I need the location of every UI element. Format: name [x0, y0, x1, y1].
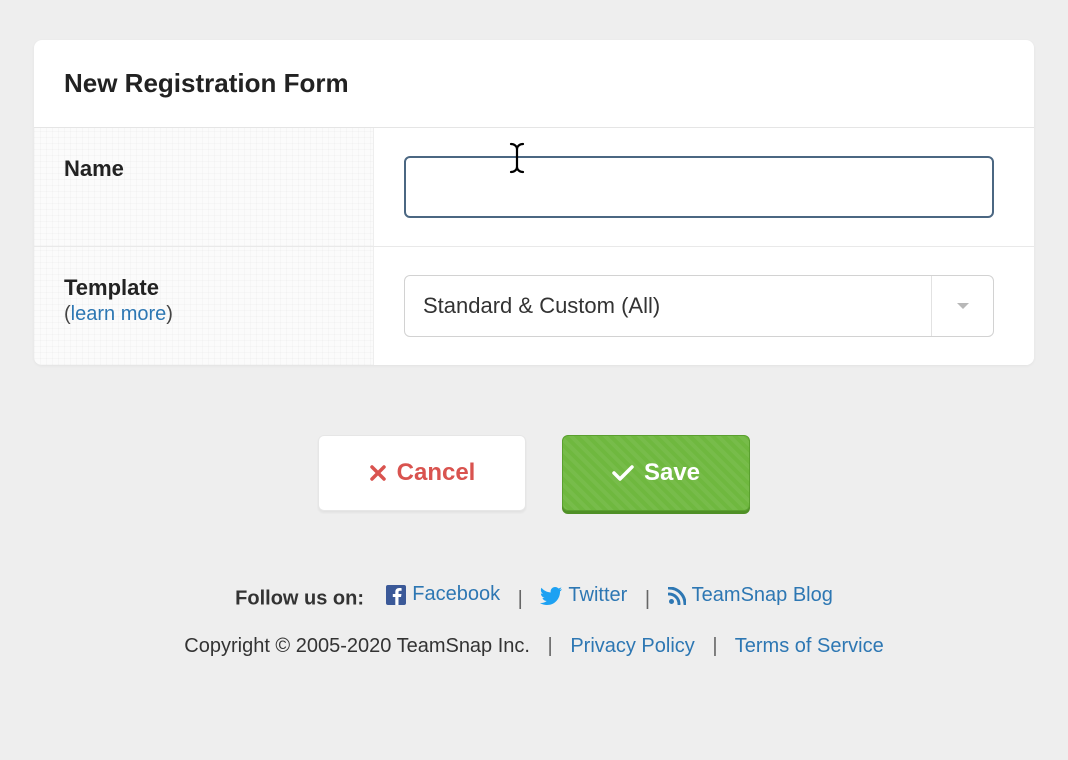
paren-open: ( [64, 303, 71, 325]
paren-close: ) [166, 303, 173, 325]
twitter-link-label: Twitter [568, 584, 627, 607]
separator: | [645, 588, 650, 610]
form-row-name: Name [34, 128, 1034, 247]
facebook-icon [386, 585, 406, 605]
button-row: Cancel Save [34, 435, 1034, 511]
blog-link-label: TeamSnap Blog [692, 584, 833, 607]
template-label: Template [64, 275, 343, 301]
footer-social-line: Follow us on: Facebook | Twitter | [34, 583, 1034, 611]
cancel-button[interactable]: Cancel [318, 435, 526, 511]
rss-icon [668, 587, 686, 605]
footer: Follow us on: Facebook | Twitter | [34, 583, 1034, 658]
twitter-icon [540, 587, 562, 605]
terms-link[interactable]: Terms of Service [735, 635, 884, 657]
registration-form-card: New Registration Form Name Template (lea… [34, 40, 1034, 365]
card-header: New Registration Form [34, 40, 1034, 128]
save-button-label: Save [644, 459, 700, 487]
name-input[interactable] [404, 156, 994, 218]
save-button[interactable]: Save [562, 435, 750, 511]
name-label-cell: Name [34, 128, 374, 246]
chevron-down-icon [931, 276, 993, 336]
separator: | [518, 588, 523, 610]
template-select-value: Standard & Custom (All) [405, 293, 931, 319]
name-label: Name [64, 156, 343, 182]
form-row-template: Template (learn more) Standard & Custom … [34, 247, 1034, 365]
cancel-button-label: Cancel [397, 459, 476, 487]
template-field-cell: Standard & Custom (All) [374, 247, 1034, 365]
template-select[interactable]: Standard & Custom (All) [404, 275, 994, 337]
page-title: New Registration Form [64, 68, 1004, 99]
learn-more-link[interactable]: learn more [71, 303, 167, 325]
privacy-link[interactable]: Privacy Policy [570, 635, 694, 657]
separator: | [548, 635, 553, 657]
template-label-cell: Template (learn more) [34, 247, 374, 365]
template-learn-more-wrap: (learn more) [64, 303, 343, 326]
blog-link[interactable]: TeamSnap Blog [668, 584, 833, 607]
facebook-link-label: Facebook [412, 583, 500, 606]
check-icon [612, 464, 634, 482]
separator: | [712, 635, 717, 657]
close-icon [369, 464, 387, 482]
name-field-cell [374, 128, 1034, 246]
facebook-link[interactable]: Facebook [386, 583, 500, 606]
follow-label: Follow us on: [235, 588, 364, 610]
twitter-link[interactable]: Twitter [540, 584, 627, 607]
copyright-text: Copyright © 2005-2020 TeamSnap Inc. [184, 635, 530, 657]
footer-legal-line: Copyright © 2005-2020 TeamSnap Inc. | Pr… [34, 635, 1034, 658]
